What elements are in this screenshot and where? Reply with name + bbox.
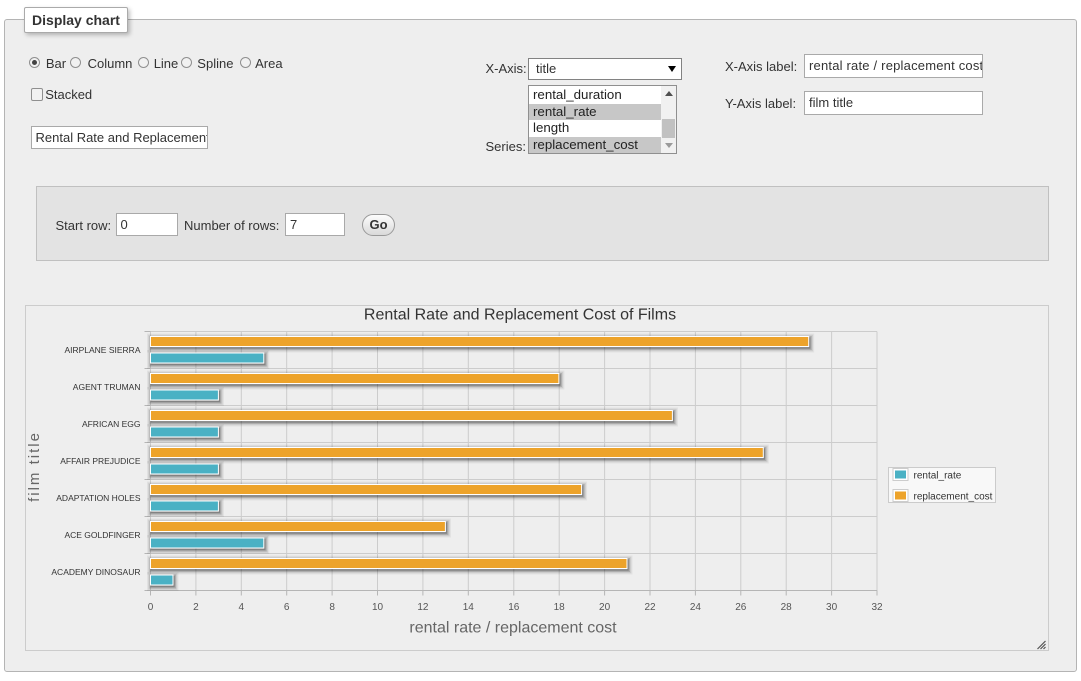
svg-text:ACE GOLDFINGER: ACE GOLDFINGER (64, 530, 140, 540)
svg-text:ACADEMY DINOSAUR: ACADEMY DINOSAUR (51, 567, 140, 577)
svg-text:AFFAIR PREJUDICE: AFFAIR PREJUDICE (60, 456, 141, 466)
svg-text:32: 32 (871, 602, 883, 613)
svg-text:replacement_cost: replacement_cost (913, 491, 992, 502)
svg-text:14: 14 (462, 602, 474, 613)
svg-text:12: 12 (417, 602, 429, 613)
svg-text:0: 0 (147, 602, 153, 613)
svg-text:24: 24 (689, 602, 701, 613)
svg-text:ADAPTATION HOLES: ADAPTATION HOLES (56, 493, 141, 503)
svg-text:22: 22 (644, 602, 656, 613)
svg-text:6: 6 (283, 602, 289, 613)
svg-text:26: 26 (735, 602, 747, 613)
svg-text:30: 30 (826, 602, 838, 613)
svg-text:rental rate / replacement cost: rental rate / replacement cost (409, 619, 617, 636)
svg-text:2: 2 (193, 602, 199, 613)
svg-text:10: 10 (371, 602, 383, 613)
svg-text:AGENT TRUMAN: AGENT TRUMAN (72, 382, 140, 392)
svg-text:28: 28 (780, 602, 792, 613)
svg-text:AFRICAN EGG: AFRICAN EGG (81, 419, 140, 429)
svg-text:18: 18 (553, 602, 565, 613)
svg-text:20: 20 (599, 602, 611, 613)
svg-text:rental_rate: rental_rate (913, 470, 961, 481)
svg-text:4: 4 (238, 602, 244, 613)
svg-text:film title: film title (26, 431, 43, 502)
svg-text:Rental Rate and Replacement Co: Rental Rate and Replacement Cost of Film… (363, 306, 675, 323)
svg-text:AIRPLANE SIERRA: AIRPLANE SIERRA (64, 345, 140, 355)
svg-text:8: 8 (329, 602, 335, 613)
svg-text:16: 16 (508, 602, 520, 613)
